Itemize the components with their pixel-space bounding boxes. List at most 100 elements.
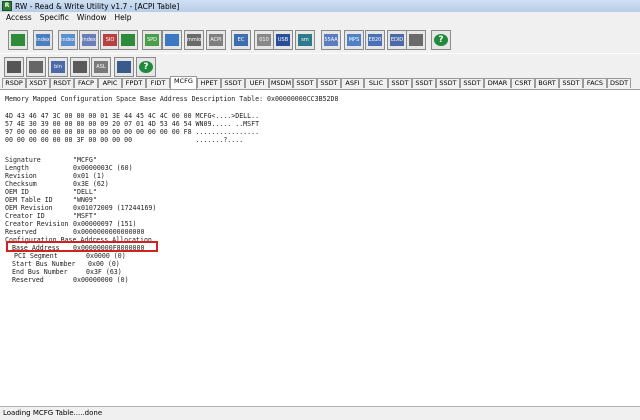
field-value: 0x00000097 (151)	[73, 220, 137, 228]
tab-facp[interactable]: FACP	[74, 78, 98, 88]
binary-button[interactable]: 010	[254, 30, 274, 50]
tab-fpdt[interactable]: FPDT	[122, 78, 146, 88]
asl-icon: ASL	[94, 61, 108, 73]
menu-window[interactable]: Window	[73, 13, 111, 22]
55aa-button[interactable]: 55AA	[321, 30, 341, 50]
alloc-label: End Bus Number	[12, 268, 68, 276]
tab-rsdp[interactable]: RSDP	[2, 78, 26, 88]
tab-rsdt[interactable]: RSDT	[50, 78, 74, 88]
tab-ssdt[interactable]: SSDT	[436, 78, 460, 88]
field-label: OEM Revision	[5, 204, 53, 212]
table-content: Memory Mapped Configuration Space Base A…	[0, 89, 640, 407]
cpu-icon	[409, 34, 423, 46]
hex-line: 4D 43 46 47 3C 00 00 00 01 3E 44 45 4C 4…	[5, 112, 260, 120]
cpu-button[interactable]	[406, 30, 426, 50]
save-icon	[7, 61, 21, 73]
index-data-icon: index	[61, 34, 75, 46]
tab-msdm[interactable]: MSDM	[269, 78, 293, 88]
tab-facs[interactable]: FACS	[583, 78, 607, 88]
tab-hpet[interactable]: HPET	[197, 78, 221, 88]
find-icon	[117, 61, 131, 73]
scope-icon	[121, 34, 135, 46]
edid-icon: EDID	[390, 34, 404, 46]
smbios-button[interactable]: sm bios	[295, 30, 315, 50]
help-button[interactable]: ?	[431, 30, 451, 50]
mmio-icon: mmio	[187, 34, 201, 46]
help-button[interactable]: ?	[136, 57, 156, 77]
status-text: Loading MCFG Table.....done	[3, 409, 103, 417]
spd-icon: SPD	[145, 34, 159, 46]
binary-icon: 010	[257, 34, 271, 46]
pci-data-icon: index	[82, 34, 96, 46]
alloc-value: 0x0000 (0)	[86, 252, 126, 260]
edit-icon	[73, 61, 87, 73]
edid-button[interactable]: EDID	[387, 30, 407, 50]
bin-button[interactable]: bin	[48, 57, 68, 77]
tab-apic[interactable]: APIC	[98, 78, 122, 88]
ec-icon: EC	[234, 34, 248, 46]
mmio-button[interactable]: mmio	[184, 30, 204, 50]
help-icon: ?	[139, 61, 153, 73]
e820-button[interactable]: E820	[365, 30, 385, 50]
tab-ssdt[interactable]: SSDT	[388, 78, 412, 88]
tab-xsdt[interactable]: XSDT	[26, 78, 50, 88]
spd-button[interactable]: SPD	[142, 30, 162, 50]
tab-ssdt[interactable]: SSDT	[460, 78, 484, 88]
menu-access[interactable]: Access	[0, 13, 36, 22]
app-icon: R	[2, 1, 12, 11]
save-all-button[interactable]	[26, 57, 46, 77]
tab-ssdt[interactable]: SSDT	[221, 78, 245, 88]
tab-uefi[interactable]: UEFI	[245, 78, 269, 88]
field-label: Revision	[5, 172, 37, 180]
ec-button[interactable]: EC	[231, 30, 251, 50]
index-data-button[interactable]: index	[33, 30, 53, 50]
asl-button[interactable]: ASL	[91, 57, 111, 77]
pci-data-button[interactable]: index	[79, 30, 99, 50]
alloc-label: Reserved	[12, 276, 44, 284]
io-button[interactable]: SIO	[100, 30, 120, 50]
tab-slic[interactable]: SLIC	[364, 78, 388, 88]
acpi-button[interactable]: ACPI	[206, 30, 226, 50]
index-data-button[interactable]: index	[58, 30, 78, 50]
tab-fidt[interactable]: FIDT	[146, 78, 170, 88]
field-label: OEM Table ID	[5, 196, 53, 204]
menu-help[interactable]: Help	[110, 13, 135, 22]
bin-icon: bin	[51, 61, 65, 73]
alloc-value: 0x3F (63)	[86, 268, 122, 276]
tab-bgrt[interactable]: BGRT	[535, 78, 559, 88]
field-label: Length	[5, 164, 29, 172]
acpi-icon: ACPI	[209, 34, 223, 46]
tab-ssdt[interactable]: SSDT	[317, 78, 341, 88]
pci-board-icon	[11, 34, 25, 46]
help-icon: ?	[434, 34, 448, 46]
alloc-label: PCI Segment	[14, 252, 58, 260]
field-value: "WN09"	[73, 196, 97, 204]
tab-ssdt[interactable]: SSDT	[293, 78, 317, 88]
scope-button[interactable]	[118, 30, 138, 50]
pci-board-button[interactable]	[8, 30, 28, 50]
field-value: 0x0000000000000000	[73, 228, 145, 236]
memory-icon	[165, 34, 179, 46]
find-button[interactable]	[114, 57, 134, 77]
field-value: 0x3E (62)	[73, 180, 109, 188]
usb-button[interactable]: USB	[273, 30, 293, 50]
mps-icon: MPS	[347, 34, 361, 46]
mps-button[interactable]: MPS	[344, 30, 364, 50]
tab-asfi[interactable]: ASFI	[341, 78, 364, 88]
tab-ssdt[interactable]: SSDT	[559, 78, 583, 88]
main-toolbar: index index index SIO SPD mmio ACPI EC 010 USB sm …	[0, 23, 640, 53]
tab-dmar[interactable]: DMAR	[484, 78, 511, 88]
tab-ssdt[interactable]: SSDT	[412, 78, 436, 88]
edit-button[interactable]	[70, 57, 90, 77]
menu-specific[interactable]: Specific	[36, 13, 73, 22]
menu-bar: Access Specific Window Help	[0, 12, 640, 23]
tab-mcfg[interactable]: MCFG	[170, 76, 197, 89]
save-all-icon	[29, 61, 43, 73]
field-value: 0x01 (1)	[73, 172, 105, 180]
tab-dsdt[interactable]: DSDT	[607, 78, 631, 88]
io-icon: SIO	[103, 34, 117, 46]
memory-button[interactable]	[162, 30, 182, 50]
tab-csrt[interactable]: CSRT	[511, 78, 535, 88]
status-bar: Loading MCFG Table.....done	[0, 406, 640, 420]
save-button[interactable]	[4, 57, 24, 77]
